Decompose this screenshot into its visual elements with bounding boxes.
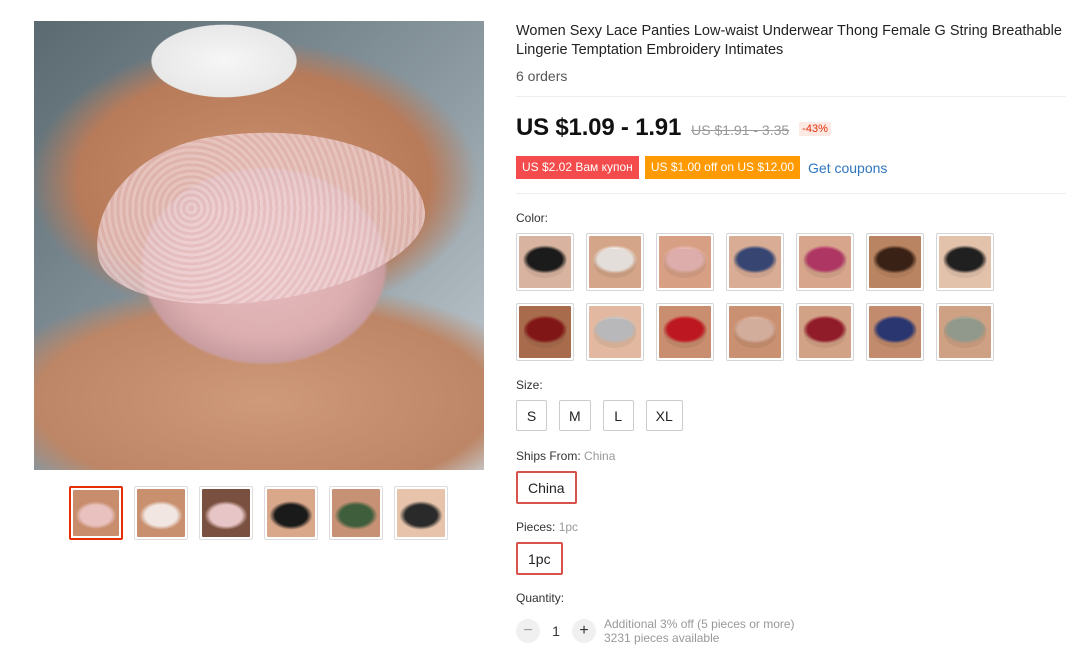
quantity-minus-button[interactable]: − xyxy=(516,619,540,643)
discount-badge: -43% xyxy=(799,122,831,136)
ships-from-china-button[interactable]: China xyxy=(516,471,577,504)
swatch-image xyxy=(729,306,781,358)
size-label: Size: xyxy=(516,378,543,392)
thumbnail-black-lace[interactable] xyxy=(264,486,318,540)
pieces-selected: 1pc xyxy=(558,520,579,534)
color-swatch-navy[interactable] xyxy=(726,233,784,291)
lace-detail xyxy=(83,108,435,324)
orders-count: 6 orders xyxy=(516,68,568,84)
ships-from-label-text: Ships From: xyxy=(516,449,581,463)
thumbnail-image xyxy=(73,490,119,536)
swatch-image xyxy=(939,306,991,358)
ships-from-label: Ships From: China xyxy=(516,449,615,463)
quantity-label: Quantity: xyxy=(516,591,565,605)
get-coupons-link[interactable]: Get coupons xyxy=(808,160,887,176)
pieces-label-text: Pieces: xyxy=(516,520,556,534)
color-swatch-sage[interactable] xyxy=(936,303,994,361)
quantity-stepper: − 1 + Additional 3% off (5 pieces or mor… xyxy=(516,617,795,645)
swatch-image xyxy=(589,306,641,358)
color-swatch-pink[interactable] xyxy=(656,233,714,291)
color-swatch-wine[interactable] xyxy=(796,303,854,361)
thumbnail-green[interactable] xyxy=(329,486,383,540)
thumbnail-image xyxy=(397,489,445,537)
swatch-image xyxy=(939,236,991,288)
size-option-s[interactable]: S xyxy=(516,400,547,431)
coupon-select[interactable]: US $1.00 off on US $12.00 xyxy=(644,156,801,179)
thumbnail-strip xyxy=(69,486,448,540)
quantity-value[interactable]: 1 xyxy=(540,623,572,639)
thumbnail-pink-side[interactable] xyxy=(199,486,253,540)
swatch-image xyxy=(869,236,921,288)
pieces-label: Pieces: 1pc xyxy=(516,520,578,534)
quantity-info: Additional 3% off (5 pieces or more) 323… xyxy=(604,617,795,645)
current-price: US $1.09 - 1.91 xyxy=(516,114,682,141)
thumbnail-pink-lace[interactable] xyxy=(69,486,123,540)
swatch-image xyxy=(659,306,711,358)
thumbnail-image xyxy=(332,489,380,537)
thumbnail-image xyxy=(202,489,250,537)
ships-from-selected: China xyxy=(584,449,616,463)
main-product-image[interactable] xyxy=(34,21,484,470)
swatch-image xyxy=(799,236,851,288)
divider xyxy=(516,193,1066,194)
thumbnail-black[interactable] xyxy=(394,486,448,540)
swatch-image xyxy=(519,236,571,288)
swatch-image xyxy=(659,236,711,288)
original-price: US $1.91 - 3.35 xyxy=(691,122,790,138)
swatch-image xyxy=(589,236,641,288)
color-swatch-red[interactable] xyxy=(656,303,714,361)
swatch-image xyxy=(519,306,571,358)
color-swatch-red-black[interactable] xyxy=(516,303,574,361)
price-row: US $1.09 - 1.91 US $1.91 - 3.35 -43% xyxy=(516,114,831,142)
stock-available-text: 3231 pieces available xyxy=(604,631,720,645)
color-swatch-blue[interactable] xyxy=(866,303,924,361)
color-swatches-row-2 xyxy=(516,303,994,361)
swatch-image xyxy=(799,306,851,358)
size-option-l[interactable]: L xyxy=(602,400,634,431)
color-swatch-black[interactable] xyxy=(516,233,574,291)
pieces-1pc-button[interactable]: 1pc xyxy=(516,542,563,575)
color-swatch-nude[interactable] xyxy=(726,303,784,361)
color-swatch-brown[interactable] xyxy=(866,233,924,291)
color-swatches-row-1 xyxy=(516,233,994,291)
thumbnail-image xyxy=(267,489,315,537)
swatch-image xyxy=(729,236,781,288)
divider xyxy=(516,96,1066,97)
coupon-store[interactable]: US $2.02 Вам купон xyxy=(516,156,639,179)
product-title: Women Sexy Lace Panties Low-waist Underw… xyxy=(516,23,1062,58)
color-swatch-white[interactable] xyxy=(586,233,644,291)
bulk-discount-text: Additional 3% off (5 pieces or more) xyxy=(604,617,795,631)
swatch-image xyxy=(869,306,921,358)
thumbnail-image xyxy=(137,489,185,537)
color-swatch-rose[interactable] xyxy=(796,233,854,291)
size-option-m[interactable]: M xyxy=(559,400,591,431)
quantity-plus-button[interactable]: + xyxy=(572,619,596,643)
color-label: Color: xyxy=(516,211,549,225)
color-swatch-black-lace[interactable] xyxy=(936,233,994,291)
coupon-row: US $2.02 Вам купон US $1.00 off on US $1… xyxy=(516,156,887,179)
thumbnail-white-lace-back[interactable] xyxy=(134,486,188,540)
size-option-xl[interactable]: XL xyxy=(645,400,683,431)
color-swatch-grey[interactable] xyxy=(586,303,644,361)
size-options: S M L XL xyxy=(516,400,683,431)
